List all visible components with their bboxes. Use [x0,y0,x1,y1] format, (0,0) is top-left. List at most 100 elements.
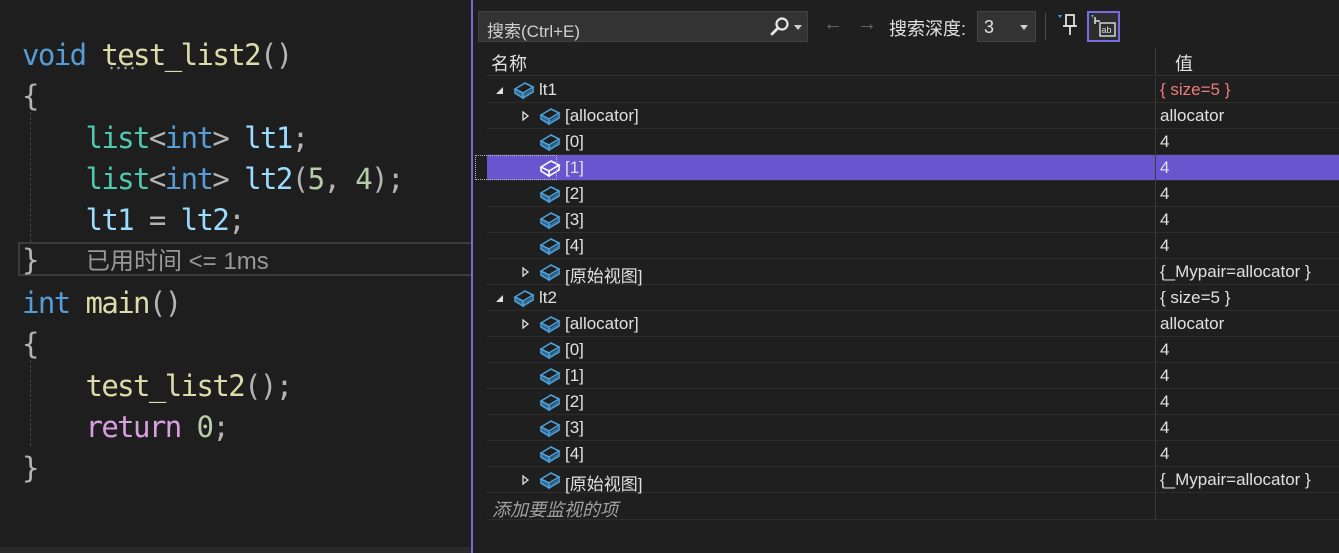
code-line-1: void test_list2() [22,38,293,72]
add-watch-placeholder[interactable]: 添加要监视的项 [492,496,618,522]
watch-name[interactable]: [0] [565,132,584,152]
watch-name[interactable]: [1] [565,366,584,386]
watch-value[interactable]: 4 [1160,158,1169,178]
expanded-arrow-icon[interactable] [493,292,505,304]
object-icon [539,108,561,126]
column-splitter[interactable] [1155,48,1156,75]
collapsed-arrow-icon[interactable] [519,266,531,278]
search-input[interactable]: 搜索(Ctrl+E) [487,17,580,42]
watch-row[interactable]: [0] 4 [487,129,1339,155]
object-icon [539,212,561,230]
hex-display-button[interactable]: ab [1087,11,1120,42]
column-header: 名称 值 [487,48,1339,76]
watch-name[interactable]: [原始视图] [565,470,642,495]
watch-value[interactable]: {_Mypair=allocator } [1160,262,1311,282]
watch-value[interactable]: 4 [1160,418,1169,438]
watch-name[interactable]: [2] [565,392,584,412]
pin-icon[interactable] [1056,11,1082,39]
watch-value[interactable]: 4 [1160,340,1169,360]
watch-row[interactable]: [3] 4 [487,415,1339,441]
watch-value[interactable]: {_Mypair=allocator } [1160,470,1311,490]
search-depth-select[interactable]: 3 [977,11,1036,42]
watch-row[interactable]: [原始视图] {_Mypair=allocator } [487,259,1339,287]
watch-name[interactable]: lt1 [539,80,557,100]
object-icon [539,316,561,334]
watch-value[interactable]: 4 [1160,132,1169,152]
watch-name[interactable]: [原始视图] [565,262,642,287]
object-icon [539,368,561,386]
watch-name[interactable]: lt2 [539,288,557,308]
column-divider [1155,129,1156,155]
watch-row[interactable]: lt2 { size=5 } [487,285,1339,311]
watch-value[interactable]: 4 [1160,184,1169,204]
watch-row[interactable]: [2] 4 [487,181,1339,207]
watch-value[interactable]: 4 [1160,444,1169,464]
watch-name[interactable]: [allocator] [565,106,639,126]
watch-name[interactable]: [4] [565,236,584,256]
watch-name[interactable]: [allocator] [565,314,639,334]
hex-display-icon: ab [1091,15,1116,37]
code-line-4: list<int> lt2(5, 4); [85,162,404,196]
watch-row[interactable]: [4] 4 [487,233,1339,259]
code-line-3: list<int> lt1; [85,121,309,155]
forward-arrow-icon[interactable]: → [857,14,877,34]
watch-row[interactable]: [allocator] allocator [487,103,1339,129]
watch-value[interactable]: 4 [1160,366,1169,386]
code-line-7: int main() [22,286,182,320]
watch-name[interactable]: [4] [565,444,584,464]
column-divider [1155,415,1156,441]
watch-name[interactable]: [2] [565,184,584,204]
watch-row[interactable]: [allocator] allocator [487,311,1339,337]
code-line-2: { [22,79,39,113]
column-header-name[interactable]: 名称 [491,50,527,76]
watch-name[interactable]: [3] [565,418,584,438]
search-icon[interactable] [769,16,791,38]
watch-value[interactable]: 4 [1160,210,1169,230]
column-divider [1155,389,1156,415]
watch-row[interactable]: [原始视图] {_Mypair=allocator } [487,467,1339,495]
watch-row[interactable]: lt1 { size=5 } [487,77,1339,103]
watch-row[interactable]: [1] 4 [475,155,1339,181]
collapsed-arrow-icon[interactable] [519,318,531,330]
watch-row[interactable]: [4] 4 [487,441,1339,467]
watch-row[interactable]: [3] 4 [487,207,1339,233]
column-divider [1155,103,1156,129]
watch-row[interactable]: [0] 4 [487,337,1339,363]
watch-row[interactable]: [1] 4 [487,363,1339,389]
watch-value[interactable]: 4 [1160,392,1169,412]
watch-name[interactable]: [3] [565,210,584,230]
code-editor[interactable]: void test_list2() { list<int> lt1; list<… [0,0,471,553]
watch-value[interactable]: allocator [1160,314,1224,334]
column-divider [1155,285,1156,311]
watch-window: 搜索(Ctrl+E) ← → 搜索深度: 3 ab 名称 值 lt1 {siz… [471,0,1339,553]
column-divider [1155,441,1156,467]
code-line-11: } [22,451,39,485]
watch-row[interactable]: [2] 4 [487,389,1339,415]
watch-name[interactable]: [1] [565,158,584,178]
watch-toolbar: 搜索(Ctrl+E) ← → 搜索深度: 3 ab [473,0,1339,46]
column-divider [1155,181,1156,207]
expanded-arrow-icon[interactable] [493,84,505,96]
perf-tip[interactable]: 已用时间 <= 1ms [86,247,269,277]
object-icon [539,264,561,282]
horizontal-scrollbar[interactable] [0,547,471,553]
toolbar-separator [1045,13,1046,40]
search-options-chevron-down-icon[interactable] [794,25,802,30]
object-icon [539,420,561,438]
watch-value[interactable]: allocator [1160,106,1224,126]
code-line-9: test_list2(); [85,369,293,403]
object-icon [513,290,535,308]
watch-value[interactable]: 4 [1160,236,1169,256]
add-watch-row[interactable]: 添加要监视的项 [487,493,1339,520]
search-box[interactable]: 搜索(Ctrl+E) [478,11,808,42]
column-divider [1155,77,1156,103]
column-header-value[interactable]: 值 [1175,50,1193,76]
column-divider [1155,155,1156,181]
collapsed-arrow-icon[interactable] [519,110,531,122]
watch-value[interactable]: { size=5 } [1160,80,1230,100]
collapsed-arrow-icon[interactable] [519,474,531,486]
back-arrow-icon[interactable]: ← [823,14,843,34]
code-line-8: { [22,327,39,361]
watch-value[interactable]: { size=5 } [1160,288,1230,308]
watch-name[interactable]: [0] [565,340,584,360]
